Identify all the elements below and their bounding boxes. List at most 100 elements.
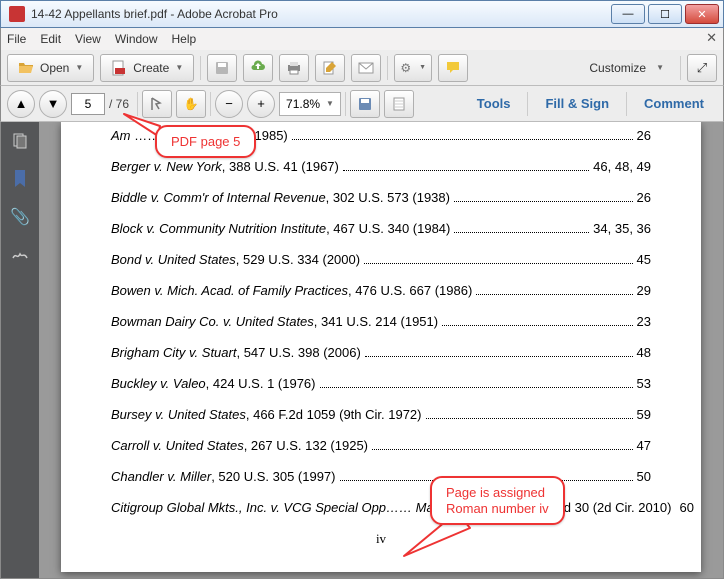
menu-help[interactable]: Help: [172, 32, 197, 46]
toc-row: Block v. Community Nutrition Institute, …: [111, 221, 651, 236]
toc-row: Bursey v. United States, 466 F.2d 1059 (…: [111, 407, 651, 422]
toc-row: Buckley v. Valeo, 424 U.S. 1 (1976) 53: [111, 376, 651, 391]
open-button[interactable]: Open ▼: [7, 54, 94, 82]
leader-dots: [442, 325, 632, 326]
acrobat-icon: [9, 6, 25, 22]
email-button[interactable]: [351, 54, 381, 82]
comment-bubble-button[interactable]: [438, 54, 468, 82]
edit-button[interactable]: [315, 54, 345, 82]
callout-roman-number: Page is assigned Roman number iv: [430, 476, 565, 525]
separator: [387, 56, 388, 80]
cursor-text-icon: [149, 96, 165, 112]
close-button[interactable]: ✕: [685, 4, 719, 24]
case-citation: Brigham City v. Stuart, 547 U.S. 398 (20…: [111, 345, 361, 360]
leader-dots: [320, 387, 633, 388]
page-up-button[interactable]: ▲: [7, 90, 35, 118]
view-mode-button[interactable]: [384, 90, 414, 118]
case-citation: Citigroup Global Mkts., Inc. v. VCG Spec…: [111, 500, 671, 515]
create-pdf-icon: [111, 60, 127, 76]
navigation-pane: 📎: [1, 122, 39, 578]
document-viewport[interactable]: Am ……, …… U.S. 115 (1985)26Berger v. New…: [39, 122, 723, 578]
toc-row: Chandler v. Miller, 520 U.S. 305 (1997) 5…: [111, 469, 651, 484]
page-number-input[interactable]: [71, 93, 105, 115]
bookmarks-tab[interactable]: [11, 170, 29, 188]
toc-page-ref: 26: [637, 128, 651, 143]
comment-panel-button[interactable]: Comment: [631, 90, 717, 118]
fill-sign-panel-button[interactable]: Fill & Sign: [532, 90, 622, 118]
toc-row: Brigham City v. Stuart, 547 U.S. 398 (20…: [111, 345, 651, 360]
page-total: / 76: [109, 97, 129, 111]
menu-file[interactable]: File: [7, 32, 26, 46]
toolbar-main: Open ▼ Create ▼ ⚙▼ Customize▼ ⤢: [0, 50, 724, 86]
menu-edit[interactable]: Edit: [40, 32, 61, 46]
cloud-button[interactable]: [243, 54, 273, 82]
toc-page-ref: 45: [637, 252, 651, 267]
fullscreen-button[interactable]: ⤢: [687, 54, 717, 82]
zoom-in-button[interactable]: +: [247, 90, 275, 118]
case-citation: Bowen v. Mich. Acad. of Family Practices…: [111, 283, 472, 298]
zoom-out-button[interactable]: −: [215, 90, 243, 118]
chevron-down-icon: ▼: [175, 63, 183, 72]
leader-dots: [372, 449, 633, 450]
toc-page-ref: 29: [637, 283, 651, 298]
maximize-button[interactable]: ☐: [648, 4, 682, 24]
separator: [200, 56, 201, 80]
toc-page-ref: 50: [637, 469, 651, 484]
settings-button[interactable]: ⚙▼: [394, 54, 432, 82]
separator: [527, 92, 528, 116]
case-citation: Buckley v. Valeo, 424 U.S. 1 (1976): [111, 376, 316, 391]
attachments-tab[interactable]: 📎: [11, 208, 29, 226]
folder-open-icon: [18, 60, 34, 76]
toc-page-ref: 46, 48, 49: [593, 159, 651, 174]
customize-button[interactable]: Customize▼: [579, 54, 674, 82]
toc-row: Bowen v. Mich. Acad. of Family Practices…: [111, 283, 651, 298]
create-button[interactable]: Create ▼: [100, 54, 194, 82]
thumbnails-tab[interactable]: [11, 132, 29, 150]
leader-dots: [454, 232, 589, 233]
save-icon: [357, 96, 373, 112]
pdf-page: Am ……, …… U.S. 115 (1985)26Berger v. New…: [61, 122, 701, 572]
toc-row: Citigroup Global Mkts., Inc. v. VCG Spec…: [111, 500, 651, 515]
toc-page-ref: 34, 35, 36: [593, 221, 651, 236]
toc-page-ref: 59: [637, 407, 651, 422]
table-of-authorities: Am ……, …… U.S. 115 (1985)26Berger v. New…: [111, 128, 651, 515]
document-close-button[interactable]: ✕: [706, 30, 717, 46]
envelope-icon: [358, 60, 374, 76]
print-button[interactable]: [279, 54, 309, 82]
case-citation: Chandler v. Miller, 520 U.S. 305 (1997): [111, 469, 336, 484]
save-button[interactable]: [207, 54, 237, 82]
toc-page-ref: 26: [637, 190, 651, 205]
signatures-tab[interactable]: [11, 246, 29, 264]
arrow-down-icon: ▼: [47, 96, 60, 111]
chevron-down-icon: ▼: [326, 99, 334, 108]
menu-view[interactable]: View: [75, 32, 101, 46]
page-number-roman: iv: [111, 531, 651, 547]
paperclip-icon: 📎: [10, 207, 30, 227]
case-citation: Bowman Dairy Co. v. United States, 341 U…: [111, 314, 438, 329]
zoom-select[interactable]: 71.8% ▼: [279, 92, 341, 116]
hand-icon: ✋: [184, 97, 199, 111]
minimize-button[interactable]: —: [611, 4, 645, 24]
pencil-page-icon: [322, 60, 338, 76]
separator: [345, 92, 346, 116]
cloud-upload-icon: [250, 60, 266, 76]
page-down-button[interactable]: ▼: [39, 90, 67, 118]
toc-page-ref: 53: [637, 376, 651, 391]
leader-dots: [343, 170, 589, 171]
toc-row: Biddle v. Comm'r of Internal Revenue, 30…: [111, 190, 651, 205]
case-citation: Bursey v. United States, 466 F.2d 1059 (…: [111, 407, 422, 422]
toc-page-ref: 48: [637, 345, 651, 360]
menu-window[interactable]: Window: [115, 32, 158, 46]
page-fit-icon: [391, 96, 407, 112]
save-icon: [214, 60, 230, 76]
work-area: 📎 Am ……, …… U.S. 115 (1985)26Berger v. N…: [0, 122, 724, 579]
case-citation: Berger v. New York, 388 U.S. 41 (1967): [111, 159, 339, 174]
zoom-value: 71.8%: [286, 97, 320, 111]
tools-panel-button[interactable]: Tools: [464, 90, 524, 118]
save-copy-button[interactable]: [350, 90, 380, 118]
leader-dots: [364, 263, 632, 264]
chevron-down-icon: ▼: [75, 63, 83, 72]
leader-dots: [365, 356, 633, 357]
case-citation: Carroll v. United States, 267 U.S. 132 (…: [111, 438, 368, 453]
toc-row: Bowman Dairy Co. v. United States, 341 U…: [111, 314, 651, 329]
